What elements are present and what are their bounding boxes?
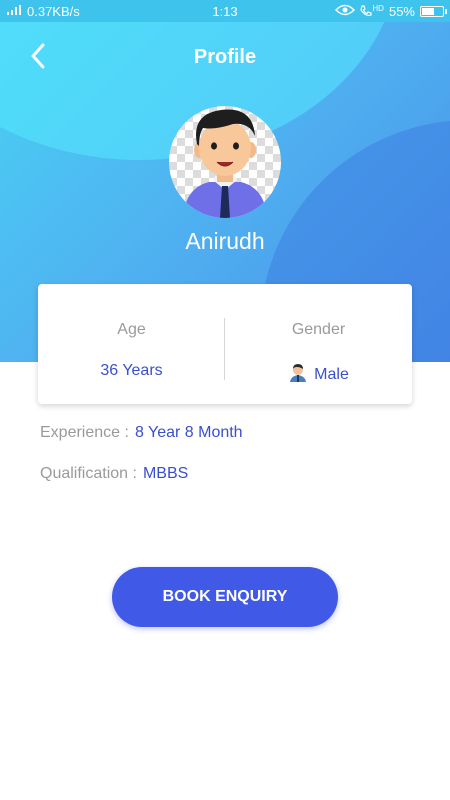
age-value: 36 Years — [100, 362, 163, 379]
gender-section: Gender Male — [225, 284, 412, 404]
battery-percent: 55% — [388, 3, 415, 19]
status-left: 0.37KB/s — [6, 4, 80, 19]
gender-value: Male — [314, 365, 349, 383]
battery-fill — [422, 7, 435, 15]
male-person-icon — [288, 362, 308, 387]
info-card: Age 36 Years Gender Male — [38, 284, 412, 404]
book-enquiry-button[interactable]: BOOK ENQUIRY — [112, 567, 338, 627]
experience-label: Experience : — [40, 424, 129, 441]
experience-value: 8 Year 8 Month — [134, 424, 243, 441]
age-section: Age 36 Years — [38, 284, 225, 404]
qualification-row: Qualification : MBBS — [40, 465, 188, 483]
top-bar: Profile — [0, 36, 450, 80]
age-value-row: 36 Years — [38, 362, 225, 380]
age-label: Age — [117, 321, 146, 338]
status-bar: 0.37KB/s 1:13 HD 55% — [0, 0, 450, 22]
qualification-label: Qualification : — [40, 465, 137, 482]
battery-icon — [420, 5, 447, 17]
avatar — [169, 106, 281, 218]
hd-call-icon: HD — [360, 5, 384, 17]
status-right: HD 55% — [335, 3, 447, 19]
experience-row: Experience : 8 Year 8 Month — [40, 424, 243, 442]
qualification-value: MBBS — [142, 465, 189, 482]
hd-label: HD — [372, 4, 384, 13]
signal-icon — [6, 4, 22, 19]
page-title: Profile — [193, 46, 257, 68]
man-avatar-icon — [183, 109, 267, 218]
profile-name: Anirudh — [185, 228, 265, 254]
gender-label: Gender — [291, 321, 346, 338]
eye-icon — [335, 4, 356, 19]
network-speed: 0.37KB/s — [27, 3, 80, 19]
gender-value-row: Male — [225, 362, 412, 387]
